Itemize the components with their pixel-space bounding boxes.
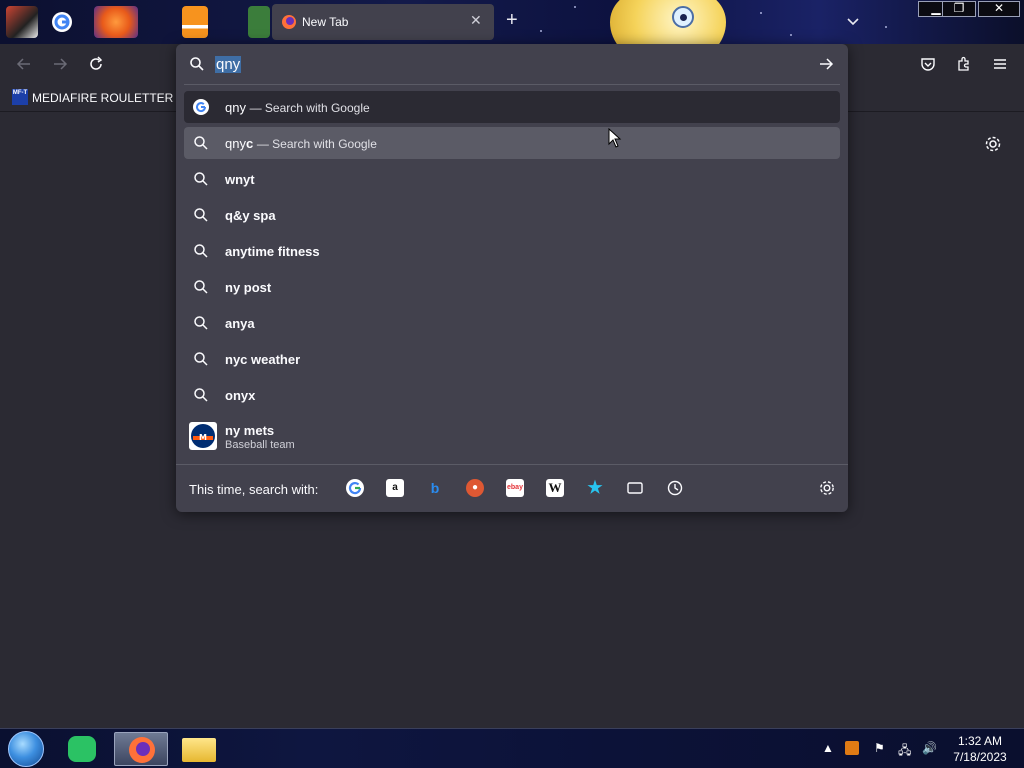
clock-time: 1:32 AM <box>957 734 1003 748</box>
search-icon <box>193 171 209 187</box>
suggestion-query: onyx <box>225 388 256 403</box>
clock-date: 7/18/2023 <box>953 750 1007 764</box>
close-window-button[interactable]: ✕ <box>978 1 1020 17</box>
bookmark-mediafire-rouletter[interactable]: MEDIAFIRE ROULETTER <box>32 91 173 105</box>
suggestion-action: — Search with Google <box>256 137 377 151</box>
bookmarks-star-icon[interactable]: ★ <box>586 479 604 497</box>
bookmark-favicon: MF-T <box>12 89 28 105</box>
list-all-tabs-icon[interactable] <box>845 14 861 35</box>
suggestion-row[interactable] <box>184 307 840 339</box>
mouse-cursor-icon <box>608 127 622 153</box>
maximize-button[interactable]: ❐ <box>942 1 976 17</box>
url-input-text[interactable]: qny <box>215 56 242 73</box>
suggestion-row[interactable] <box>184 379 840 411</box>
start-button[interactable] <box>8 731 44 767</box>
suggestion-query: q&y spa <box>225 208 276 223</box>
google-icon[interactable] <box>52 12 72 32</box>
taskbar-firefox[interactable] <box>114 732 168 766</box>
footer-separator <box>176 464 848 465</box>
history-clock-icon[interactable] <box>666 479 684 497</box>
reload-icon[interactable] <box>88 56 104 72</box>
google-engine-icon[interactable] <box>346 479 364 497</box>
pinned-tab-4[interactable] <box>248 6 270 38</box>
mets-logo-icon: M <box>189 422 217 450</box>
taskbar-file-explorer[interactable] <box>172 732 226 766</box>
search-with-label: This time, search with: <box>189 482 319 497</box>
search-icon <box>193 351 209 367</box>
search-icon <box>193 243 209 259</box>
tray-overflow-icon[interactable]: ▲ <box>822 741 834 755</box>
mascot-eye <box>672 6 694 28</box>
search-icon <box>193 387 209 403</box>
tabs-icon[interactable] <box>626 479 644 497</box>
menu-icon[interactable] <box>992 56 1008 72</box>
svg-text:M: M <box>199 433 207 442</box>
volume-icon[interactable]: 🔊 <box>922 741 937 755</box>
suggestion-query: qny <box>225 100 246 115</box>
folder-icon <box>182 738 216 762</box>
tray-app-icon[interactable] <box>845 741 859 755</box>
taskbar-notes-app[interactable] <box>58 732 112 766</box>
tab-title: New Tab <box>302 15 349 29</box>
forward-icon[interactable] <box>52 56 68 72</box>
google-icon <box>193 99 209 115</box>
suggestion-completion: c <box>245 136 254 151</box>
firefox-icon <box>281 14 297 35</box>
pinned-tab-1[interactable] <box>6 6 38 38</box>
suggestion-row[interactable] <box>184 163 840 195</box>
pinned-tab-google-drive[interactable] <box>94 6 138 38</box>
search-icon <box>189 56 205 77</box>
suggestion-row[interactable] <box>184 199 840 231</box>
back-icon[interactable] <box>16 56 32 72</box>
network-icon[interactable]: 🖧 <box>898 741 911 762</box>
urlbar-separator <box>184 84 840 85</box>
search-icon <box>193 315 209 331</box>
bing-engine-icon[interactable]: b <box>426 479 444 497</box>
suggestion-query: anya <box>225 316 255 331</box>
action-center-flag-icon[interactable]: ⚑ <box>874 741 885 755</box>
duckduckgo-engine-icon[interactable]: ● <box>466 479 484 497</box>
suggestion-subtitle: Baseball team <box>225 439 295 451</box>
close-tab-icon[interactable]: ✕ <box>470 12 482 29</box>
pocket-icon[interactable] <box>920 56 936 72</box>
suggestion-query: anytime fitness <box>225 244 320 259</box>
suggestion-query: wnyt <box>225 172 255 187</box>
search-icon <box>193 135 209 151</box>
personalize-gear-icon[interactable] <box>984 135 1002 153</box>
vlc-icon[interactable] <box>182 6 208 38</box>
amazon-engine-icon[interactable]: a <box>386 479 404 497</box>
url-input[interactable] <box>184 49 840 81</box>
search-icon <box>193 207 209 223</box>
firefox-icon <box>129 737 155 763</box>
suggestion-query: qny <box>225 136 246 151</box>
search-icon <box>193 279 209 295</box>
system-clock[interactable]: 1:32 AM 7/18/2023 <box>950 733 1010 765</box>
suggestion-query: nyc weather <box>225 352 301 367</box>
extensions-icon[interactable] <box>956 56 972 72</box>
new-tab-button[interactable]: + <box>506 10 518 30</box>
ebay-engine-icon[interactable]: ebay <box>506 479 524 497</box>
suggestion-row[interactable] <box>184 271 840 303</box>
search-settings-gear-icon[interactable] <box>818 479 836 497</box>
wikipedia-engine-icon[interactable]: W <box>546 479 564 497</box>
notes-icon <box>68 736 96 762</box>
suggestion-query: ny post <box>225 280 272 295</box>
suggestion-query: ny mets <box>225 423 275 438</box>
suggestion-action: — Search with Google <box>249 101 370 115</box>
go-arrow-icon[interactable] <box>818 56 834 77</box>
